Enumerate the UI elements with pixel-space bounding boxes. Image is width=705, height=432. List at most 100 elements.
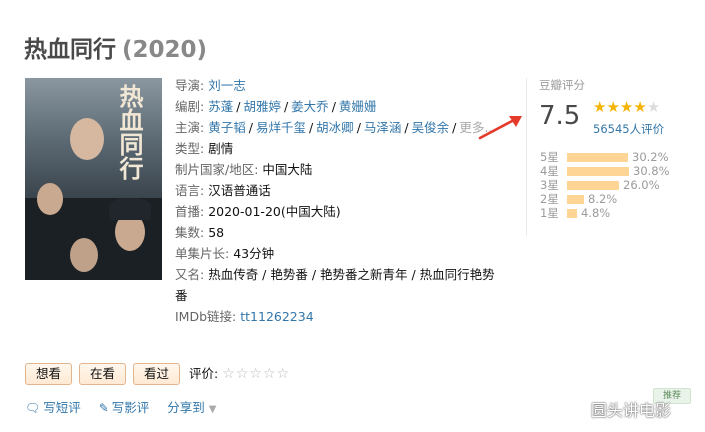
language-label: 语言: [175, 183, 205, 198]
rate-star-icon[interactable]: ☆ [236, 366, 250, 382]
poster-calligraphy: 热血同行 [115, 84, 144, 180]
writers-row: 编剧: 苏蓬 / 胡雅婷 / 姜大乔 / 黄姗姗 [175, 99, 377, 114]
info-panel: 导演: 刘一志 编剧: 苏蓬 / 胡雅婷 / 姜大乔 / 黄姗姗 主演: 黄子韬 / 易烊千玺 /… [175, 75, 515, 327]
runtime-label: 单集片长: [175, 246, 230, 261]
region-value: 中国大陆 [262, 162, 313, 177]
episodes-value: 58 [208, 225, 225, 240]
distribution-bar [567, 153, 628, 162]
distribution-percent: 8.2% [588, 192, 618, 206]
distribution-label: 2星 [540, 192, 559, 206]
director-label: 导演: [175, 78, 205, 93]
poster-figure [37, 183, 63, 215]
rating-score: 7.5 [539, 101, 581, 131]
page-title: 热血同行 (2020) [24, 30, 207, 64]
star-icon: ★ [606, 98, 620, 116]
director-row: 导演: 刘一志 [175, 75, 515, 96]
rate-star-icon[interactable]: ☆ [277, 366, 291, 382]
genre-row: 类型: 剧情 [175, 138, 515, 159]
cast-row: 主演: 黄子韬 / 易烊千玺 / 胡冰卿 / 马泽涵 / 吴俊余 / 更多... [175, 120, 497, 135]
review-link[interactable]: ✎ 写影评 [99, 400, 150, 415]
review-links: 🗨 写短评 ✎ 写影评 分享到 ▼ [25, 397, 231, 416]
aka-label: 又名: [175, 267, 205, 282]
episodes-label: 集数: [175, 225, 205, 240]
star-icon: ★ [646, 98, 661, 116]
writers-label: 编剧: [175, 99, 205, 114]
premiere-value: 2020-01-20(中国大陆) [208, 204, 341, 219]
title-year: (2020) [122, 37, 208, 63]
chevron-down-icon: ▼ [208, 404, 217, 415]
rate-star-icon[interactable]: ☆ [249, 366, 263, 382]
watched-button[interactable]: 看过 [133, 363, 181, 385]
imdb-label: IMDb链接: [175, 309, 237, 324]
comment-icon: 🗨 [25, 401, 41, 415]
distribution-label: 3星 [540, 178, 559, 192]
runtime-row: 单集片长: 43分钟 [175, 243, 515, 264]
distribution-bar [567, 195, 584, 204]
rating-count-link[interactable]: 56545人评价 [593, 121, 664, 137]
title-text: 热血同行 [24, 37, 116, 63]
rating-panel: 豆瓣评分 7.5 ★★★★★ 56545人评价 [539, 77, 664, 136]
cast-link[interactable]: 胡冰卿 [316, 120, 354, 135]
writer-link[interactable]: 苏蓬 [208, 99, 233, 114]
distribution-row: 4星 30.8% [540, 164, 670, 178]
poster-figure [70, 238, 98, 272]
cast-link[interactable]: 易烊千玺 [256, 120, 306, 135]
distribution-bar [567, 209, 577, 218]
aka-row: 又名: 热血传奇 / 艳势番 / 艳势番之新青年 / 热血同行艳势番 [175, 264, 505, 306]
distribution-bar [567, 167, 629, 176]
star-icon: ★ [619, 98, 634, 116]
distribution-row: 2星 8.2% [540, 192, 670, 206]
distribution-percent: 4.8% [581, 206, 611, 220]
writer-link[interactable]: 姜大乔 [291, 99, 329, 114]
director-link[interactable]: 刘一志 [208, 78, 246, 93]
review-label: 写影评 [111, 400, 150, 415]
action-bar: 想看 在看 看过 评价: ☆☆☆☆☆ [25, 363, 290, 385]
cast-link[interactable]: 吴俊余 [412, 120, 450, 135]
short-review-label: 写短评 [43, 400, 81, 415]
rate-star-icon[interactable]: ☆ [222, 366, 236, 382]
distribution-percent: 30.2% [632, 150, 669, 164]
rating-label: 豆瓣评分 [539, 78, 585, 92]
genre-value: 剧情 [208, 141, 234, 156]
poster-figure [109, 198, 151, 220]
share-link[interactable]: 分享到 ▼ [167, 400, 216, 415]
cast-link[interactable]: 马泽涵 [364, 120, 402, 135]
distribution-percent: 26.0% [623, 178, 660, 192]
imdb-row: IMDb链接: tt11262234 [175, 306, 515, 327]
distribution-row: 1星 4.8% [540, 206, 670, 220]
poster-image[interactable]: 热血同行 [25, 78, 162, 280]
imdb-link[interactable]: tt11262234 [240, 309, 313, 324]
rating-distribution: 5星 30.2% 4星 30.8% 3星 26.0% 2星 8.2% 1星 4.8% [540, 150, 670, 220]
cast-label: 主演: [175, 120, 205, 135]
writer-link[interactable]: 胡雅婷 [243, 99, 281, 114]
region-label: 制片国家/地区: [175, 162, 259, 177]
distribution-label: 5星 [540, 150, 559, 164]
pencil-icon: ✎ [98, 401, 109, 415]
distribution-bar [567, 181, 619, 190]
writer-link[interactable]: 黄姗姗 [339, 99, 377, 114]
episodes-row: 集数: 58 [175, 222, 515, 243]
divider [526, 78, 527, 236]
cast-link[interactable]: 黄子韬 [208, 120, 246, 135]
distribution-row: 3星 26.0% [540, 178, 670, 192]
region-row: 制片国家/地区: 中国大陆 [175, 159, 515, 180]
poster-figure [70, 118, 104, 160]
premiere-label: 首播: [175, 204, 205, 219]
distribution-label: 4星 [540, 164, 559, 178]
want-button[interactable]: 想看 [25, 363, 73, 385]
language-row: 语言: 汉语普通话 [175, 180, 515, 201]
rate-star-icon[interactable]: ☆ [263, 366, 277, 382]
runtime-value: 43分钟 [233, 246, 275, 261]
short-review-link[interactable]: 🗨 写短评 [25, 400, 81, 415]
language-value: 汉语普通话 [208, 183, 271, 198]
share-label: 分享到 [167, 400, 205, 415]
aka-value: 热血传奇 / 艳势番 / 艳势番之新青年 / 热血同行艳势番 [175, 267, 495, 303]
rate-label: 评价: [189, 366, 219, 381]
distribution-label: 1星 [540, 206, 559, 220]
watching-button[interactable]: 在看 [79, 363, 127, 385]
red-arrow-icon [478, 116, 522, 140]
star-icon: ★ [593, 98, 607, 116]
distribution-row: 5星 30.2% [540, 150, 670, 164]
rating-stars: ★★★★★ [593, 98, 660, 116]
genre-label: 类型: [175, 141, 205, 156]
